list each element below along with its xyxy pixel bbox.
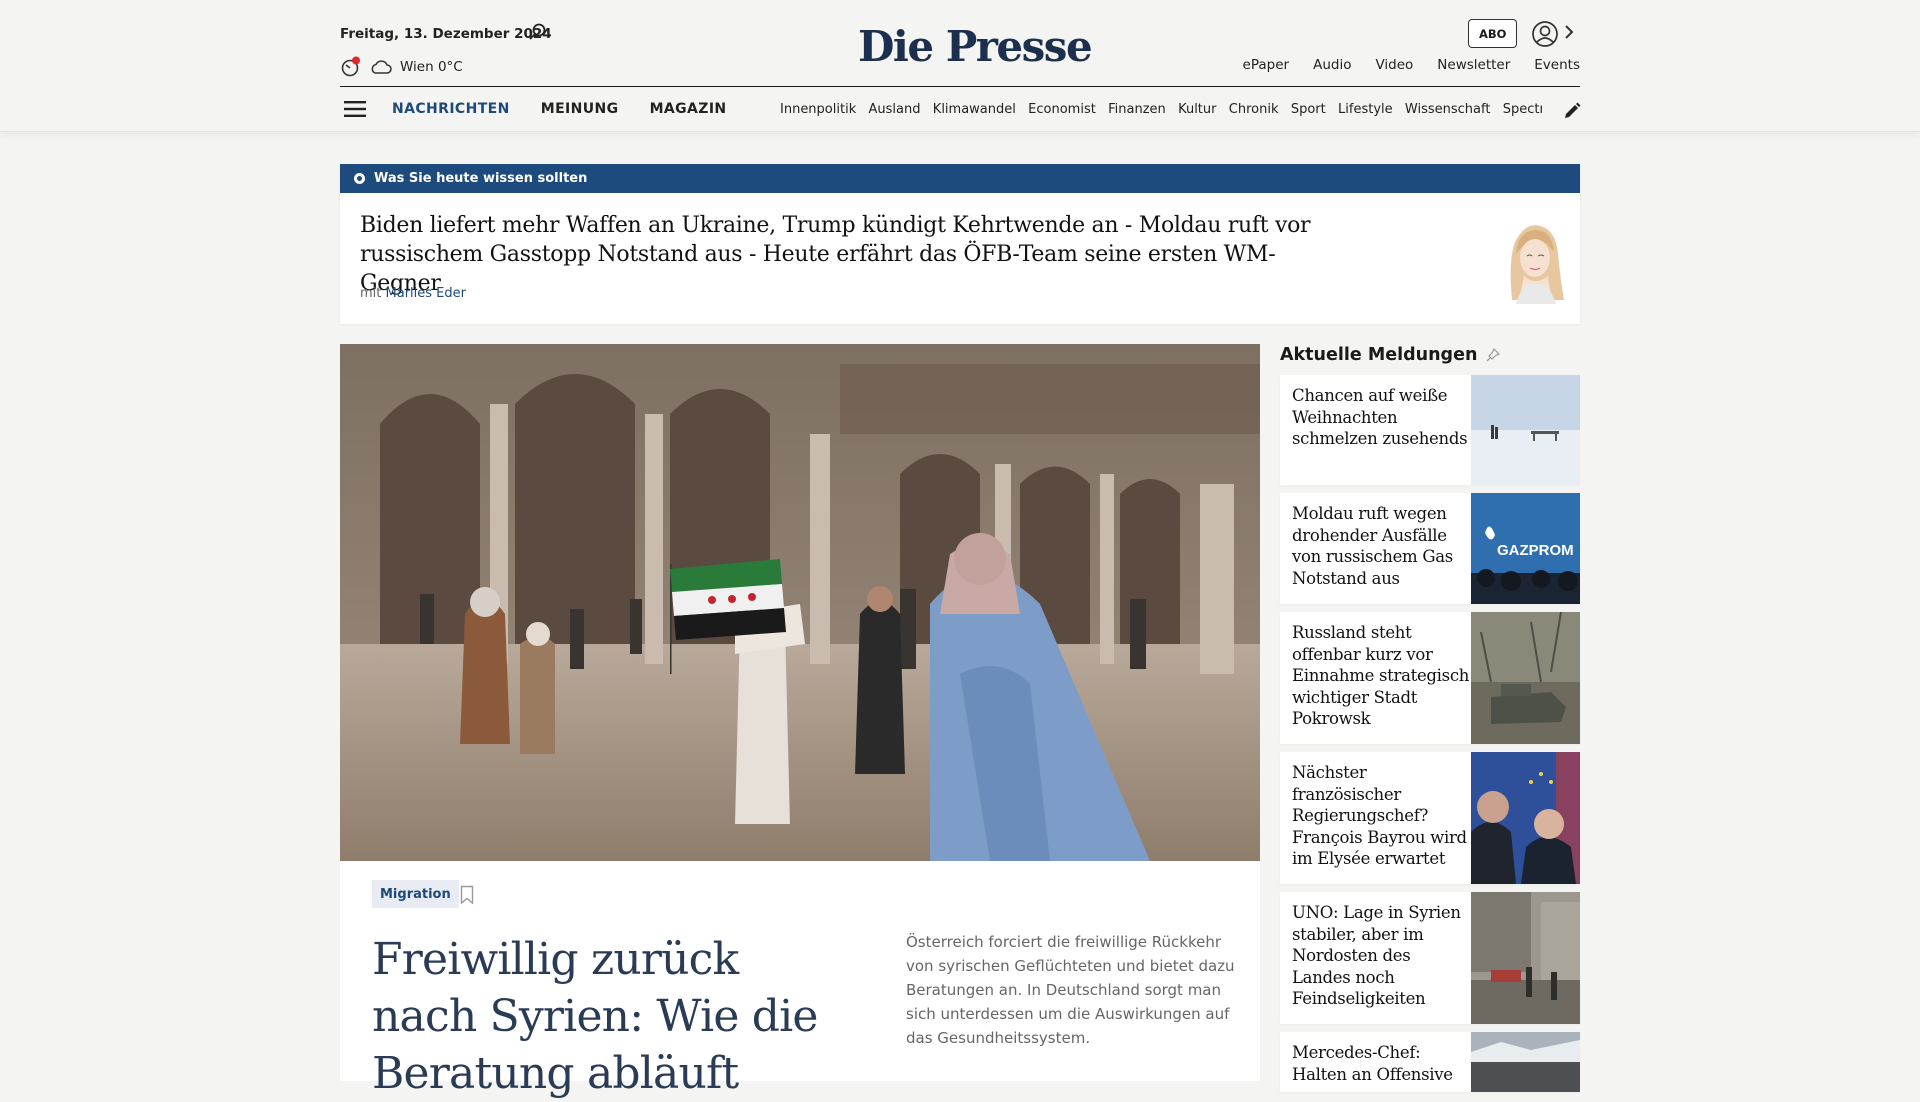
menu-icon[interactable] [344, 100, 366, 118]
briefing-byline: mit Marlies Eder [360, 286, 466, 301]
lead-article-image[interactable] [340, 344, 1260, 861]
briefing-label: Was Sie heute wissen sollten [374, 171, 588, 186]
section-tabs: NACHRICHTEN MEINUNG MAGAZIN [392, 101, 727, 117]
lead-article-card[interactable]: Migration Freiwillig zurück nach Syrien:… [340, 861, 1260, 1099]
gazprom-sign-text: GAZPROM [1497, 542, 1574, 559]
tab-nachrichten[interactable]: NACHRICHTEN [392, 101, 510, 117]
news-item-title[interactable]: UNO: Lage in Syrien stabiler, aber im No… [1280, 892, 1471, 1024]
tab-meinung[interactable]: MEINUNG [541, 101, 619, 117]
news-item[interactable]: Moldau ruft wegen drohender Ausfälle von… [1280, 493, 1580, 604]
news-item[interactable]: Russland steht offenbar kurz vor Einnahm… [1280, 612, 1580, 744]
category-tag[interactable]: Migration [372, 880, 459, 908]
topnav-events[interactable]: Events [1534, 57, 1580, 73]
site-header: Freitag, 13. Dezember 2024 Wien 0°C Die … [0, 0, 1920, 132]
subnav-item[interactable]: Wissenschaft [1405, 102, 1491, 117]
subnav-item[interactable]: Kultur [1178, 102, 1216, 117]
tab-magazin[interactable]: MAGAZIN [650, 101, 727, 117]
latest-news-title: Aktuelle Meldungen [1280, 345, 1478, 365]
abo-button[interactable]: ABO [1468, 19, 1518, 48]
cloud-icon [371, 60, 392, 74]
news-thumbnail[interactable] [1471, 892, 1580, 1024]
news-item-title[interactable]: Russland steht offenbar kurz vor Einnahm… [1280, 612, 1471, 744]
lead-article-title[interactable]: Freiwillig zurück nach Syrien: Wie die B… [372, 931, 842, 1102]
top-navigation: ePaper Audio Video Newsletter Events [1243, 57, 1580, 73]
subnav-item[interactable]: Finanzen [1108, 102, 1166, 117]
topnav-epaper[interactable]: ePaper [1243, 57, 1290, 73]
subnav-item[interactable]: Sport [1291, 102, 1326, 117]
briefing-headline[interactable]: Biden liefert mehr Waffen an Ukraine, Tr… [360, 211, 1320, 298]
subnav-item[interactable]: Spectrum [1503, 102, 1542, 117]
weather-text: Wien 0°C [400, 59, 463, 75]
header-divider [340, 86, 1580, 87]
search-icon[interactable] [528, 22, 548, 42]
topnav-newsletter[interactable]: Newsletter [1437, 57, 1510, 73]
live-dot-icon [354, 173, 365, 184]
daily-briefing-box[interactable]: Was Sie heute wissen sollten Biden liefe… [340, 164, 1580, 324]
news-item[interactable]: Mercedes-Chef: Halten an Offensive [1280, 1032, 1580, 1092]
news-thumbnail[interactable] [1471, 1032, 1580, 1092]
news-item[interactable]: Chancen auf weiße Weihnachten schmelzen … [1280, 375, 1580, 485]
author-avatar [1510, 225, 1564, 304]
news-thumbnail[interactable] [1471, 612, 1580, 744]
current-date: Freitag, 13. Dezember 2024 [340, 26, 552, 42]
news-item[interactable]: UNO: Lage in Syrien stabiler, aber im No… [1280, 892, 1580, 1024]
news-thumbnail[interactable] [1471, 375, 1580, 485]
news-thumbnail[interactable] [1471, 752, 1580, 884]
pin-icon [1486, 347, 1501, 362]
subnav-item[interactable]: Klimawandel [933, 102, 1016, 117]
sub-navigation: Innenpolitik Ausland Klimawandel Economist F… [780, 102, 1542, 117]
byline-prefix: mit [360, 286, 382, 301]
site-logo[interactable]: Die Presse [858, 22, 1093, 71]
news-item-title[interactable]: Chancen auf weiße Weihnachten schmelzen … [1280, 375, 1471, 485]
chevron-right-icon[interactable] [1562, 22, 1576, 42]
news-item-title[interactable]: Nächster französischer Regierungschef? F… [1280, 752, 1471, 884]
subnav-item[interactable]: Ausland [869, 102, 921, 117]
subnav-item[interactable]: Lifestyle [1338, 102, 1393, 117]
user-icon[interactable] [1530, 19, 1560, 49]
news-item-title[interactable]: Moldau ruft wegen drohender Ausfälle von… [1280, 493, 1471, 604]
topnav-audio[interactable]: Audio [1313, 57, 1351, 73]
subnav-item[interactable]: Innenpolitik [780, 102, 856, 117]
topnav-video[interactable]: Video [1375, 57, 1413, 73]
edit-icon[interactable] [1562, 101, 1582, 121]
subnav-item[interactable]: Chronik [1229, 102, 1279, 117]
news-thumbnail[interactable]: GAZPROM [1471, 493, 1580, 604]
subnav-item[interactable]: Economist [1028, 102, 1096, 117]
author-link[interactable]: Marlies Eder [386, 286, 466, 301]
news-item[interactable]: Nächster französischer Regierungschef? F… [1280, 752, 1580, 884]
bookmark-icon[interactable] [460, 885, 474, 905]
weather-widget[interactable]: Wien 0°C [340, 56, 463, 78]
news-item-title[interactable]: Mercedes-Chef: Halten an Offensive [1280, 1032, 1471, 1092]
timer-icon[interactable] [340, 56, 362, 78]
briefing-label-bar: Was Sie heute wissen sollten [340, 164, 1580, 193]
lead-article-teaser: Österreich forciert die freiwillige Rück… [906, 933, 1235, 1047]
header-inner: Freitag, 13. Dezember 2024 Wien 0°C Die … [340, 0, 1582, 132]
latest-news-heading: Aktuelle Meldungen [1280, 345, 1501, 365]
